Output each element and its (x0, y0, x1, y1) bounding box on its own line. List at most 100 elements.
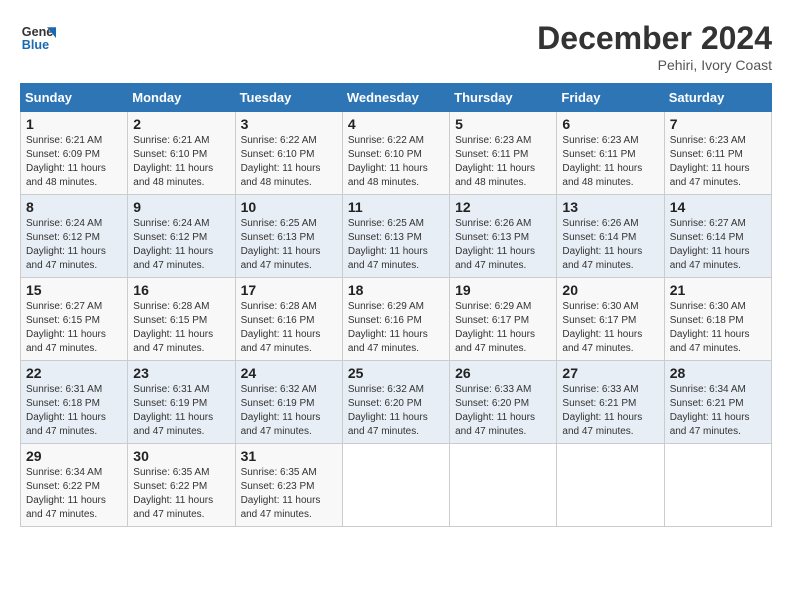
page-header: General Blue December 2024 Pehiri, Ivory… (20, 20, 772, 73)
day-number: 24 (241, 365, 337, 381)
day-number: 20 (562, 282, 658, 298)
calendar-row: 15 Sunrise: 6:27 AM Sunset: 6:15 PM Dayl… (21, 278, 772, 361)
day-number: 21 (670, 282, 766, 298)
day-number: 31 (241, 448, 337, 464)
table-row (450, 444, 557, 527)
table-row: 29 Sunrise: 6:34 AM Sunset: 6:22 PM Dayl… (21, 444, 128, 527)
day-number: 28 (670, 365, 766, 381)
table-row: 15 Sunrise: 6:27 AM Sunset: 6:15 PM Dayl… (21, 278, 128, 361)
day-number: 29 (26, 448, 122, 464)
day-info: Sunrise: 6:35 AM Sunset: 6:23 PM Dayligh… (241, 466, 337, 522)
day-info: Sunrise: 6:30 AM Sunset: 6:17 PM Dayligh… (562, 300, 658, 356)
day-number: 15 (26, 282, 122, 298)
calendar-row: 8 Sunrise: 6:24 AM Sunset: 6:12 PM Dayli… (21, 195, 772, 278)
day-info: Sunrise: 6:29 AM Sunset: 6:17 PM Dayligh… (455, 300, 551, 356)
table-row: 30 Sunrise: 6:35 AM Sunset: 6:22 PM Dayl… (128, 444, 235, 527)
table-row: 6 Sunrise: 6:23 AM Sunset: 6:11 PM Dayli… (557, 112, 664, 195)
table-row: 23 Sunrise: 6:31 AM Sunset: 6:19 PM Dayl… (128, 361, 235, 444)
day-info: Sunrise: 6:35 AM Sunset: 6:22 PM Dayligh… (133, 466, 229, 522)
table-row: 7 Sunrise: 6:23 AM Sunset: 6:11 PM Dayli… (664, 112, 771, 195)
day-info: Sunrise: 6:30 AM Sunset: 6:18 PM Dayligh… (670, 300, 766, 356)
day-number: 2 (133, 116, 229, 132)
day-number: 10 (241, 199, 337, 215)
table-row: 25 Sunrise: 6:32 AM Sunset: 6:20 PM Dayl… (342, 361, 449, 444)
table-row: 12 Sunrise: 6:26 AM Sunset: 6:13 PM Dayl… (450, 195, 557, 278)
day-info: Sunrise: 6:26 AM Sunset: 6:14 PM Dayligh… (562, 217, 658, 273)
day-info: Sunrise: 6:23 AM Sunset: 6:11 PM Dayligh… (562, 134, 658, 190)
header-monday: Monday (128, 84, 235, 112)
table-row: 8 Sunrise: 6:24 AM Sunset: 6:12 PM Dayli… (21, 195, 128, 278)
day-number: 4 (348, 116, 444, 132)
day-info: Sunrise: 6:34 AM Sunset: 6:22 PM Dayligh… (26, 466, 122, 522)
day-info: Sunrise: 6:27 AM Sunset: 6:14 PM Dayligh… (670, 217, 766, 273)
day-info: Sunrise: 6:28 AM Sunset: 6:16 PM Dayligh… (241, 300, 337, 356)
header-friday: Friday (557, 84, 664, 112)
day-number: 8 (26, 199, 122, 215)
day-info: Sunrise: 6:29 AM Sunset: 6:16 PM Dayligh… (348, 300, 444, 356)
day-number: 9 (133, 199, 229, 215)
day-number: 19 (455, 282, 551, 298)
day-number: 16 (133, 282, 229, 298)
table-row: 5 Sunrise: 6:23 AM Sunset: 6:11 PM Dayli… (450, 112, 557, 195)
table-row: 16 Sunrise: 6:28 AM Sunset: 6:15 PM Dayl… (128, 278, 235, 361)
table-row (664, 444, 771, 527)
table-row: 2 Sunrise: 6:21 AM Sunset: 6:10 PM Dayli… (128, 112, 235, 195)
day-number: 30 (133, 448, 229, 464)
calendar-table: Sunday Monday Tuesday Wednesday Thursday… (20, 83, 772, 527)
table-row: 21 Sunrise: 6:30 AM Sunset: 6:18 PM Dayl… (664, 278, 771, 361)
table-row (557, 444, 664, 527)
day-number: 25 (348, 365, 444, 381)
day-number: 5 (455, 116, 551, 132)
table-row: 13 Sunrise: 6:26 AM Sunset: 6:14 PM Dayl… (557, 195, 664, 278)
table-row: 17 Sunrise: 6:28 AM Sunset: 6:16 PM Dayl… (235, 278, 342, 361)
calendar-row: 22 Sunrise: 6:31 AM Sunset: 6:18 PM Dayl… (21, 361, 772, 444)
day-number: 12 (455, 199, 551, 215)
day-info: Sunrise: 6:25 AM Sunset: 6:13 PM Dayligh… (241, 217, 337, 273)
month-title: December 2024 (537, 20, 772, 57)
day-info: Sunrise: 6:28 AM Sunset: 6:15 PM Dayligh… (133, 300, 229, 356)
day-info: Sunrise: 6:31 AM Sunset: 6:18 PM Dayligh… (26, 383, 122, 439)
day-info: Sunrise: 6:23 AM Sunset: 6:11 PM Dayligh… (455, 134, 551, 190)
header-wednesday: Wednesday (342, 84, 449, 112)
day-info: Sunrise: 6:24 AM Sunset: 6:12 PM Dayligh… (133, 217, 229, 273)
header-saturday: Saturday (664, 84, 771, 112)
day-number: 11 (348, 199, 444, 215)
day-info: Sunrise: 6:21 AM Sunset: 6:10 PM Dayligh… (133, 134, 229, 190)
day-info: Sunrise: 6:31 AM Sunset: 6:19 PM Dayligh… (133, 383, 229, 439)
day-number: 18 (348, 282, 444, 298)
svg-text:Blue: Blue (22, 38, 49, 52)
table-row: 26 Sunrise: 6:33 AM Sunset: 6:20 PM Dayl… (450, 361, 557, 444)
table-row: 27 Sunrise: 6:33 AM Sunset: 6:21 PM Dayl… (557, 361, 664, 444)
calendar-row: 1 Sunrise: 6:21 AM Sunset: 6:09 PM Dayli… (21, 112, 772, 195)
table-row: 11 Sunrise: 6:25 AM Sunset: 6:13 PM Dayl… (342, 195, 449, 278)
calendar-row: 29 Sunrise: 6:34 AM Sunset: 6:22 PM Dayl… (21, 444, 772, 527)
day-info: Sunrise: 6:33 AM Sunset: 6:21 PM Dayligh… (562, 383, 658, 439)
day-number: 1 (26, 116, 122, 132)
day-number: 22 (26, 365, 122, 381)
day-number: 17 (241, 282, 337, 298)
table-row: 18 Sunrise: 6:29 AM Sunset: 6:16 PM Dayl… (342, 278, 449, 361)
day-number: 3 (241, 116, 337, 132)
table-row (342, 444, 449, 527)
day-number: 14 (670, 199, 766, 215)
header-thursday: Thursday (450, 84, 557, 112)
table-row: 10 Sunrise: 6:25 AM Sunset: 6:13 PM Dayl… (235, 195, 342, 278)
day-number: 6 (562, 116, 658, 132)
table-row: 1 Sunrise: 6:21 AM Sunset: 6:09 PM Dayli… (21, 112, 128, 195)
table-row: 4 Sunrise: 6:22 AM Sunset: 6:10 PM Dayli… (342, 112, 449, 195)
table-row: 19 Sunrise: 6:29 AM Sunset: 6:17 PM Dayl… (450, 278, 557, 361)
table-row: 31 Sunrise: 6:35 AM Sunset: 6:23 PM Dayl… (235, 444, 342, 527)
table-row: 14 Sunrise: 6:27 AM Sunset: 6:14 PM Dayl… (664, 195, 771, 278)
day-info: Sunrise: 6:26 AM Sunset: 6:13 PM Dayligh… (455, 217, 551, 273)
day-number: 23 (133, 365, 229, 381)
day-number: 27 (562, 365, 658, 381)
day-info: Sunrise: 6:32 AM Sunset: 6:20 PM Dayligh… (348, 383, 444, 439)
day-number: 13 (562, 199, 658, 215)
logo-icon: General Blue (20, 20, 56, 56)
day-info: Sunrise: 6:23 AM Sunset: 6:11 PM Dayligh… (670, 134, 766, 190)
day-number: 7 (670, 116, 766, 132)
table-row: 3 Sunrise: 6:22 AM Sunset: 6:10 PM Dayli… (235, 112, 342, 195)
table-row: 20 Sunrise: 6:30 AM Sunset: 6:17 PM Dayl… (557, 278, 664, 361)
day-info: Sunrise: 6:32 AM Sunset: 6:19 PM Dayligh… (241, 383, 337, 439)
calendar-header-row: Sunday Monday Tuesday Wednesday Thursday… (21, 84, 772, 112)
